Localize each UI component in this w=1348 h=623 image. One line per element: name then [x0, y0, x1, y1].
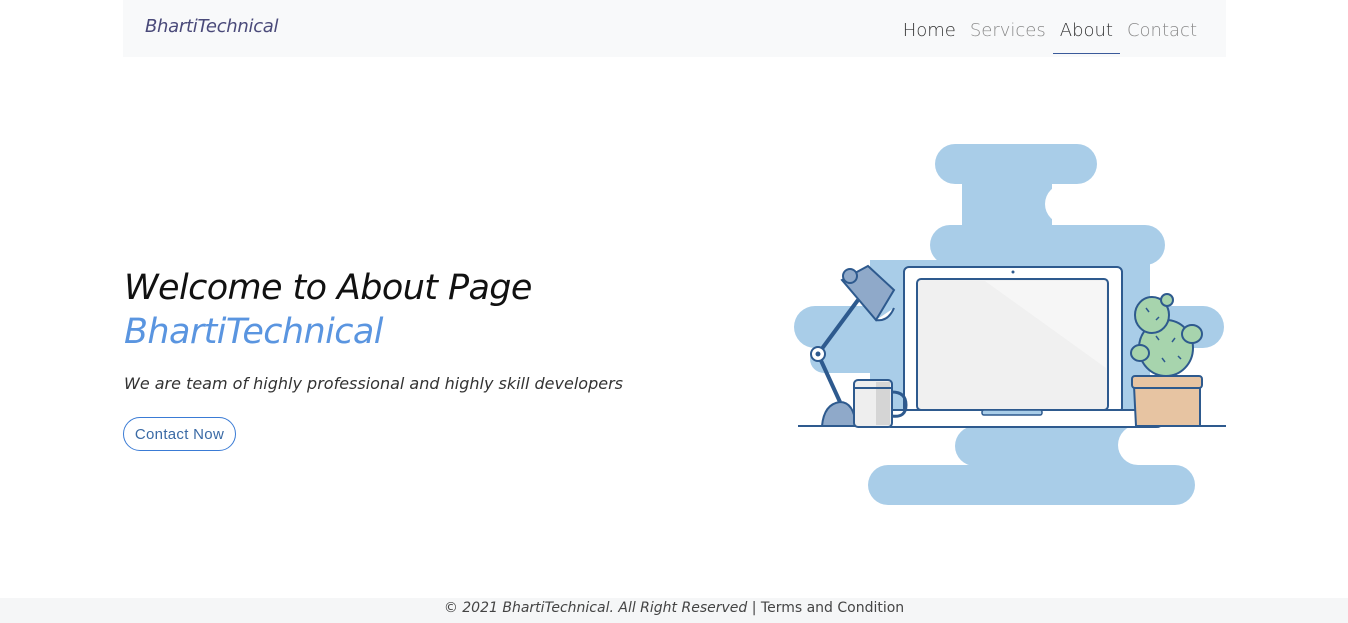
- hero-brand: BhartiTechnical: [124, 312, 383, 352]
- nav-link-home[interactable]: Home: [896, 4, 963, 54]
- hero-title: Welcome to About Page: [124, 268, 532, 308]
- nav-link-contact[interactable]: Contact: [1120, 4, 1204, 54]
- contact-now-button[interactable]: Contact Now: [123, 417, 236, 451]
- navbar-brand[interactable]: BhartiTechnical: [145, 16, 279, 37]
- nav-link-about[interactable]: About: [1052, 4, 1121, 54]
- footer-copyright: © 2021 BhartiTechnical. All Right Reserv…: [443, 600, 757, 616]
- navbar: BhartiTechnical Home Services About Cont…: [123, 0, 1226, 57]
- desk-illustration-svg: [790, 144, 1228, 505]
- nav-link-services[interactable]: Services: [963, 4, 1053, 54]
- hero-subtitle: We are team of highly professional and h…: [124, 374, 623, 393]
- desk-workspace-illustration: [790, 140, 1230, 510]
- terms-link[interactable]: Terms and Condition: [761, 600, 904, 616]
- footer: © 2021 BhartiTechnical. All Right Reserv…: [0, 598, 1348, 623]
- nav-links: Home Services About Contact: [896, 0, 1204, 57]
